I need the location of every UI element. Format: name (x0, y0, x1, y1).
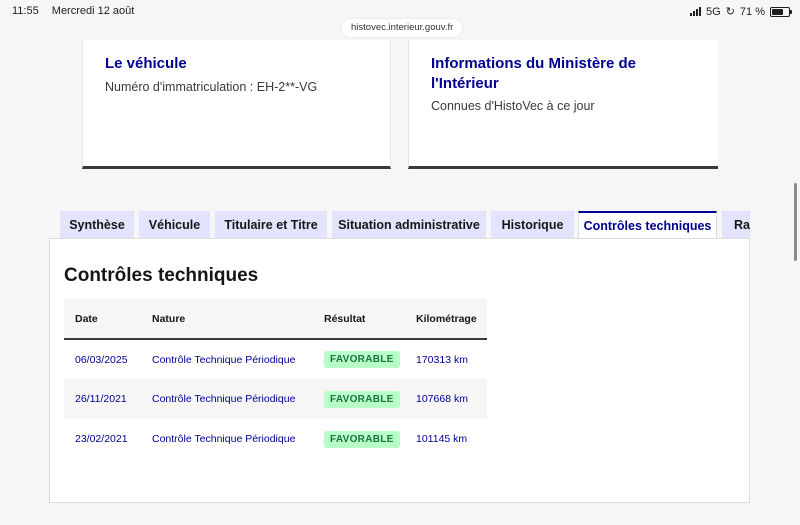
column-header-date: Date (64, 299, 141, 340)
table-row: 26/11/2021 Contrôle Technique Périodique… (64, 379, 487, 419)
cell-mileage: 107668 km (405, 379, 487, 419)
result-badge: FAVORABLE (324, 430, 400, 448)
tab-panel: Contrôles techniques Date Nature Résulta… (49, 238, 750, 503)
cell-nature: Contrôle Technique Périodique (152, 433, 296, 445)
page-scrollbar[interactable] (794, 183, 797, 261)
vehicle-card: Le véhicule Numéro d'immatriculation : E… (82, 40, 391, 169)
result-badge: FAVORABLE (324, 351, 400, 368)
battery-label: 71 % (739, 5, 765, 18)
signal-icon (690, 7, 702, 16)
tab-controles-techniques[interactable]: Contrôles techniques (578, 211, 717, 239)
column-header-result: Résultat (313, 299, 405, 340)
cell-date: 26/11/2021 (64, 379, 141, 419)
orientation-lock-icon: ↻ (725, 6, 735, 18)
table-row: 06/03/2025 Contrôle Technique Périodique… (64, 339, 487, 379)
vehicle-card-text: Numéro d'immatriculation : EH-2**-VG (105, 80, 318, 94)
table-header-row: Date Nature Résultat Kilométrage (64, 299, 487, 340)
tab-synthese[interactable]: Synthèse (60, 211, 134, 239)
result-badge: FAVORABLE (324, 390, 400, 408)
tab-historique[interactable]: Historique (491, 211, 574, 239)
status-bar-left: 11:55 Mercredi 12 août (12, 5, 144, 17)
status-date: Mercredi 12 août (51, 5, 135, 17)
cell-result: FAVORABLE (313, 379, 405, 419)
cell-mileage: 170313 km (416, 353, 468, 366)
column-header-mileage: Kilométrage (405, 299, 487, 340)
battery-icon (770, 6, 792, 17)
tab-vehicule[interactable]: Véhicule (139, 211, 210, 239)
cell-nature: Contrôle Technique Périodique (152, 353, 296, 366)
table-row: 23/02/2021 Contrôle Technique Périodique… (64, 419, 487, 459)
url-bar[interactable]: histovec.interieur.gouv.fr (342, 19, 463, 37)
status-bar-right: 5G ↻ 71 % (690, 5, 792, 18)
cell-result: FAVORABLE (313, 419, 405, 459)
ministry-card: Informations du Ministère de l'Intérieur… (408, 40, 718, 169)
ministry-card-title[interactable]: Informations du Ministère de l'Intérieur (431, 54, 661, 94)
technical-inspections-table: Date Nature Résultat Kilométrage 06/03/2… (64, 299, 487, 459)
cell-date: 06/03/2025 (75, 353, 128, 366)
cell-nature: Contrôle Technique Périodique (141, 379, 313, 419)
vehicle-card-title[interactable]: Le véhicule (105, 54, 187, 74)
network-label: 5G (706, 5, 721, 18)
tab-list: Synthèse Véhicule Titulaire et Titre Sit… (60, 211, 750, 239)
panel-title: Contrôles techniques (64, 265, 259, 286)
status-time: 11:55 (12, 5, 39, 17)
cell-result: FAVORABLE (313, 339, 405, 379)
tab-titulaire-titre[interactable]: Titulaire et Titre (215, 211, 327, 239)
cell-date: 23/02/2021 (75, 433, 128, 445)
column-header-nature: Nature (141, 299, 313, 340)
cell-mileage: 101145 km (416, 433, 468, 445)
tab-rapport-partial[interactable]: Rap (722, 211, 750, 239)
ministry-card-text: Connues d'HistoVec à ce jour (431, 99, 595, 113)
tab-situation-administrative[interactable]: Situation administrative (332, 211, 486, 239)
